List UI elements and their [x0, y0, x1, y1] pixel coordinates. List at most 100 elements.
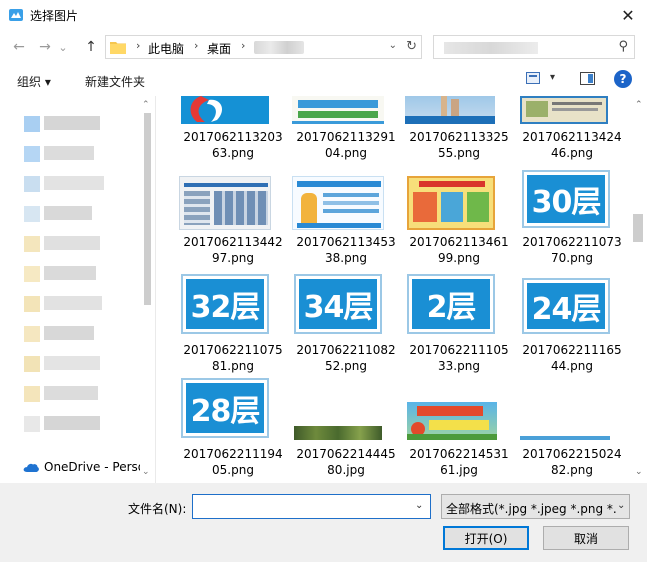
filename-dropdown-icon[interactable]: ⌄	[415, 500, 423, 511]
nav-item-redacted[interactable]	[24, 416, 40, 432]
nav-item-redacted[interactable]	[44, 146, 94, 160]
file-name: 2017062113461 99.png	[409, 235, 509, 265]
nav-item-redacted[interactable]	[24, 176, 40, 192]
floor-sign-thumbnail: 32层	[181, 274, 269, 334]
new-folder-button[interactable]: 新建文件夹	[85, 73, 145, 90]
breadcrumb-separator: ›	[194, 39, 199, 52]
file-list[interactable]: 2017062113203 63.png 2017062113291 04.pn…	[157, 96, 630, 483]
back-button[interactable]: ←	[8, 36, 30, 58]
open-button[interactable]: 打开(O)	[443, 526, 529, 550]
nav-scroll-up-icon[interactable]: ⌃	[142, 100, 150, 110]
content-scroll-down-icon[interactable]: ⌄	[635, 467, 643, 477]
breadcrumb-redacted[interactable]	[254, 41, 304, 54]
file-name: 2017062113442 97.png	[183, 235, 283, 265]
preview-pane-icon[interactable]	[580, 72, 595, 85]
file-name: 2017062211075 81.png	[183, 343, 283, 373]
file-item[interactable]: 2017062113442 97.png	[179, 176, 287, 276]
file-item[interactable]: 2017062215024 82.png	[518, 380, 626, 480]
content-scrollbar-thumb[interactable]	[633, 214, 643, 242]
navigation-pane[interactable]	[0, 96, 156, 483]
nav-item-redacted[interactable]	[44, 416, 100, 430]
folder-icon	[110, 42, 126, 54]
file-name: 2017062211105 33.png	[409, 343, 509, 373]
file-item[interactable]: 2017062113461 99.png	[405, 176, 513, 276]
file-name: 2017062211082 52.png	[296, 343, 396, 373]
view-options-icon[interactable]	[526, 72, 540, 84]
nav-item-redacted[interactable]	[24, 206, 40, 222]
file-name: 2017062214445 80.jpg	[296, 447, 396, 477]
refresh-icon[interactable]: ↻	[406, 39, 417, 54]
file-item[interactable]: 28层 2017062211194 05.png	[179, 378, 287, 480]
logo-thumbnail-art	[181, 96, 269, 124]
nav-item-redacted[interactable]	[24, 266, 40, 282]
arrow-up-icon: ↑	[85, 39, 97, 55]
nav-item-redacted[interactable]	[44, 236, 100, 250]
nav-item-redacted[interactable]	[24, 296, 40, 312]
window-title: 选择图片	[30, 9, 79, 23]
nav-item-redacted[interactable]	[44, 116, 100, 130]
content-scrollbar[interactable]	[630, 96, 647, 483]
file-item[interactable]: 34层 2017062211082 52.png	[292, 274, 400, 376]
file-type-select[interactable]: 全部格式(*.jpg *.jpeg *.png *.	[441, 494, 630, 519]
nav-item-redacted[interactable]	[44, 266, 96, 280]
file-item[interactable]: 2017062214531 61.jpg	[405, 380, 513, 480]
up-button[interactable]: ↑	[80, 36, 102, 58]
nav-scroll-down-icon[interactable]: ⌄	[142, 467, 150, 477]
file-item[interactable]: 30层 2017062211073 70.png	[518, 170, 626, 272]
address-bar[interactable]: › 此电脑 › 桌面 › ⌄ ↻	[105, 35, 422, 59]
file-name: 2017062113291 04.png	[296, 130, 396, 160]
recent-locations-button[interactable]: ⌄	[56, 36, 70, 58]
filename-label: 文件名(N):	[128, 502, 187, 516]
file-item[interactable]: 2层 2017062211105 33.png	[405, 274, 513, 376]
arrow-right-icon: →	[39, 39, 51, 55]
floor-sign-thumbnail: 30层	[522, 170, 610, 228]
nav-item-redacted[interactable]	[44, 296, 102, 310]
content-scroll-up-icon[interactable]: ⌃	[635, 100, 643, 110]
file-type-dropdown-icon[interactable]: ⌄	[617, 500, 625, 511]
nav-item-onedrive[interactable]: OneDrive - Personal	[44, 460, 140, 474]
title-bar: 选择图片 ✕	[0, 0, 647, 30]
nav-item-redacted[interactable]	[44, 176, 104, 190]
close-button[interactable]: ✕	[609, 0, 647, 30]
nav-item-redacted[interactable]	[24, 236, 40, 252]
file-thumbnail	[520, 96, 608, 124]
breadcrumb-this-pc[interactable]: 此电脑	[148, 40, 184, 57]
organize-button[interactable]: 组织 ▾	[17, 73, 51, 90]
file-thumbnail	[407, 402, 497, 440]
search-input[interactable]: ⚲	[433, 35, 635, 59]
breadcrumb-separator: ›	[241, 39, 246, 52]
breadcrumb-separator: ›	[136, 39, 141, 52]
file-thumbnail	[520, 436, 610, 440]
file-item[interactable]: 2017062214445 80.jpg	[292, 380, 400, 480]
address-dropdown-icon[interactable]: ⌄	[389, 40, 397, 51]
nav-item-redacted[interactable]	[24, 116, 40, 132]
nav-item-redacted[interactable]	[24, 326, 40, 342]
breadcrumb-desktop[interactable]: 桌面	[207, 40, 231, 57]
nav-item-redacted[interactable]	[44, 386, 98, 400]
file-name: 2017062211194 05.png	[183, 447, 283, 477]
nav-item-redacted[interactable]	[44, 326, 94, 340]
nav-item-redacted[interactable]	[24, 386, 40, 402]
close-icon: ✕	[621, 5, 635, 25]
cancel-button[interactable]: 取消	[543, 526, 629, 550]
file-item[interactable]: 32层 2017062211075 81.png	[179, 274, 287, 376]
file-item[interactable]: 2017062113453 38.png	[292, 176, 400, 276]
file-name: 2017062113203 63.png	[183, 130, 283, 160]
file-item[interactable]: 24层 2017062211165 44.png	[518, 278, 626, 380]
nav-item-redacted[interactable]	[24, 356, 40, 372]
help-icon[interactable]: ?	[614, 70, 632, 88]
view-dropdown-icon[interactable]: ▾	[550, 72, 555, 83]
file-name: 2017062215024 82.png	[522, 447, 622, 477]
nav-scrollbar-thumb[interactable]	[144, 113, 151, 305]
nav-item-redacted[interactable]	[24, 146, 40, 162]
nav-item-redacted[interactable]	[44, 356, 100, 370]
forward-button[interactable]: →	[34, 36, 56, 58]
file-name: 2017062113453 38.png	[296, 235, 396, 265]
file-name: 2017062214531 61.jpg	[409, 447, 509, 477]
arrow-left-icon: ←	[13, 39, 25, 55]
nav-item-redacted[interactable]	[44, 206, 92, 220]
search-icon[interactable]: ⚲	[618, 39, 628, 54]
floor-sign-thumbnail: 34层	[294, 274, 382, 334]
file-thumbnail	[407, 176, 495, 230]
filename-input[interactable]	[192, 494, 431, 519]
